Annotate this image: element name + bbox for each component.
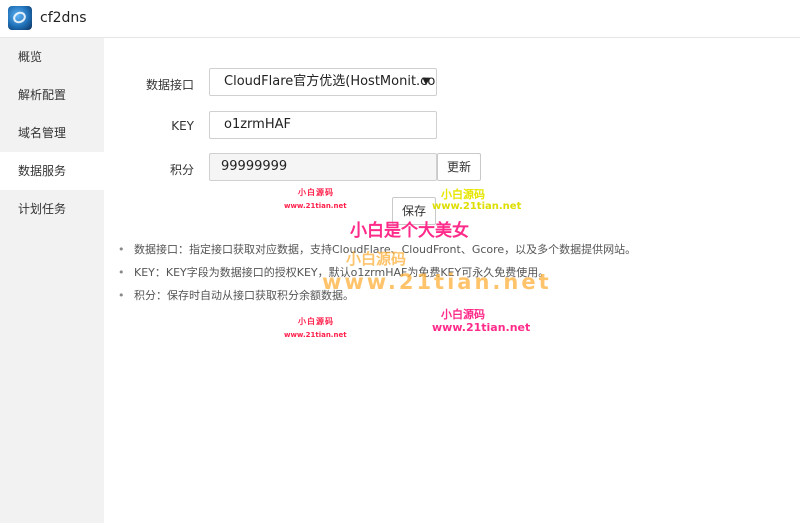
- refresh-button[interactable]: 更新: [437, 153, 481, 181]
- api-label: 数据接口: [145, 78, 194, 92]
- sidebar: 概览 解析配置 域名管理 数据服务 计划任务: [0, 38, 104, 523]
- points-label: 积分: [169, 163, 194, 177]
- sidebar-item-label: 数据服务: [18, 164, 67, 178]
- sidebar-item-scheduled-tasks[interactable]: 计划任务: [0, 190, 104, 228]
- app-title: cf2dns: [40, 10, 87, 26]
- watermark-pink-url: www.21tian.net: [432, 321, 531, 334]
- app-logo-icon: [8, 6, 32, 30]
- sidebar-item-data-service[interactable]: 数据服务: [0, 152, 104, 190]
- chevron-down-icon: ▼: [422, 76, 430, 87]
- sidebar-item-label: 域名管理: [18, 126, 67, 140]
- sidebar-item-label: 解析配置: [18, 88, 67, 102]
- watermark-yellow-url: www.21tian.net: [432, 201, 522, 212]
- api-select-value: CloudFlare官方优选(HostMonit.co: [224, 74, 436, 89]
- sidebar-item-dns-config[interactable]: 解析配置: [0, 76, 104, 114]
- points-input: 99999999: [209, 153, 437, 181]
- watermark-yellow-title: 小白源码: [441, 188, 485, 201]
- watermark-red-title: 小白源码: [298, 188, 334, 197]
- key-input-value: o1zrmHAF: [224, 117, 291, 132]
- api-select[interactable]: CloudFlare官方优选(HostMonit.co ▼: [209, 68, 437, 96]
- watermark-pink-title: 小白源码: [441, 308, 485, 321]
- watermark-orange-url: www.21tian.net: [322, 270, 552, 294]
- watermark-slogan: 小白是个大美女: [350, 221, 469, 241]
- points-input-value: 99999999: [221, 159, 288, 174]
- watermark-orange-title: 小白源码: [346, 250, 407, 268]
- key-label: KEY: [171, 119, 194, 133]
- sidebar-item-label: 计划任务: [18, 202, 67, 216]
- sidebar-item-label: 概览: [18, 50, 43, 64]
- sidebar-item-domain-management[interactable]: 域名管理: [0, 114, 104, 152]
- watermark-red-url: www.21tian.net: [284, 202, 347, 210]
- key-input[interactable]: o1zrmHAF: [209, 111, 437, 139]
- watermark-red-title-2: 小白源码: [298, 317, 334, 326]
- top-bar: cf2dns: [0, 0, 800, 38]
- sidebar-item-overview[interactable]: 概览: [0, 38, 104, 76]
- watermark-red-url-2: www.21tian.net: [284, 331, 347, 339]
